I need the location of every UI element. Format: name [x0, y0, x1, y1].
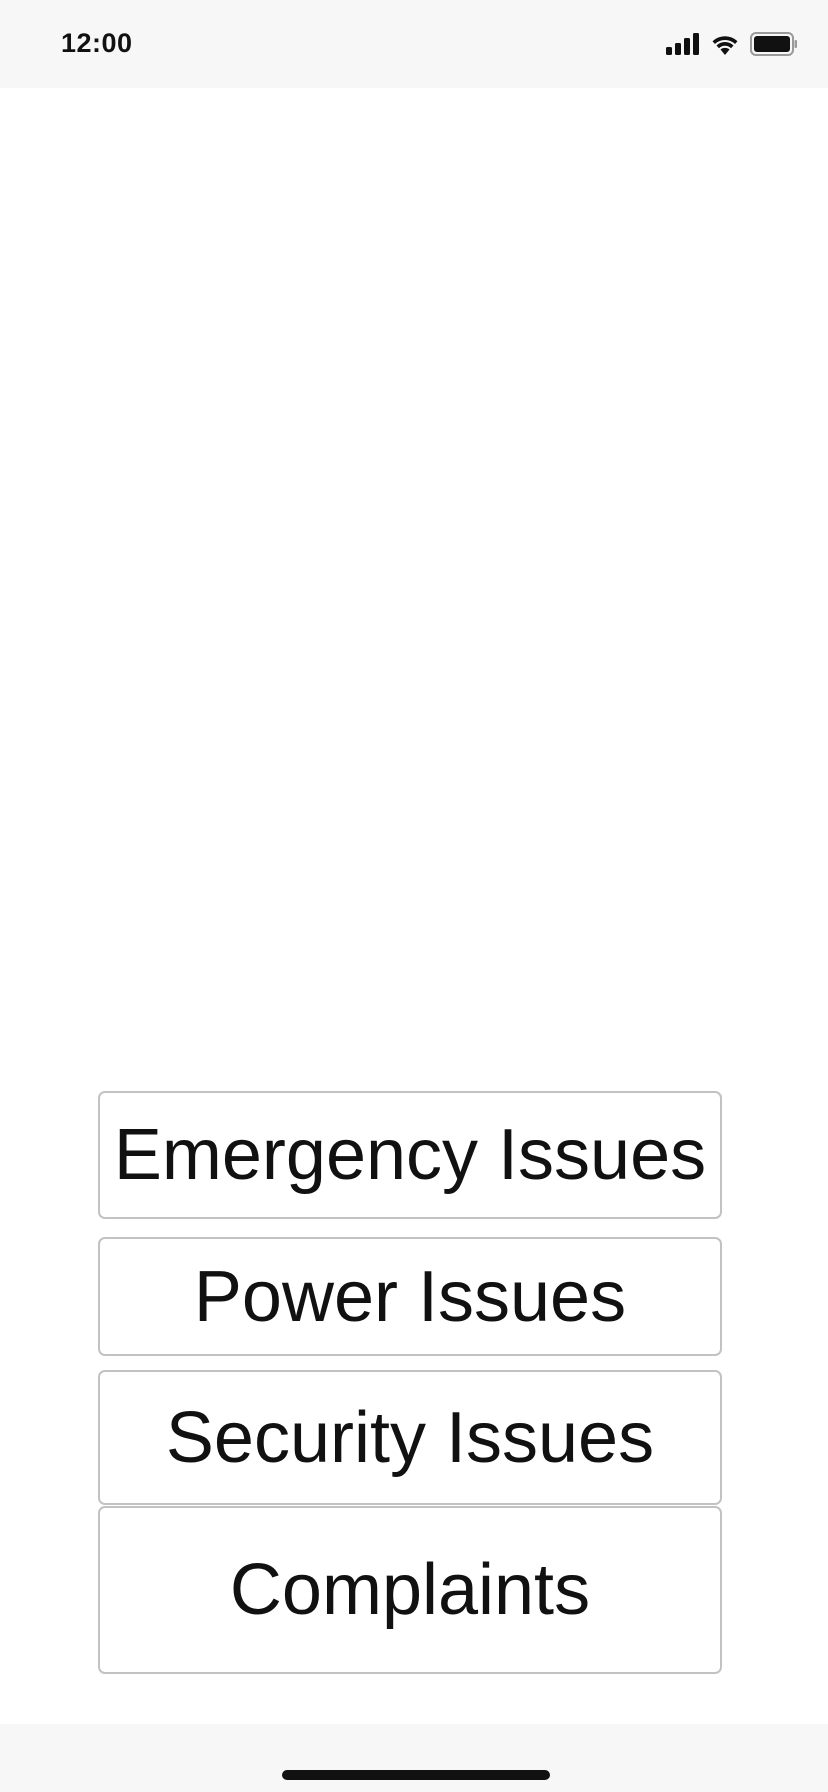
emergency-issues-button[interactable]: Emergency Issues [98, 1091, 722, 1219]
status-icons [666, 30, 798, 58]
status-bar: 12:00 [0, 0, 828, 88]
home-indicator[interactable] [282, 1770, 550, 1780]
status-time: 12:00 [61, 28, 133, 58]
complaints-button[interactable]: Complaints [98, 1506, 722, 1674]
battery-icon [750, 32, 797, 56]
power-issues-button[interactable]: Power Issues [98, 1237, 722, 1356]
signal-icon [666, 33, 699, 55]
wifi-icon [712, 36, 738, 55]
security-issues-button[interactable]: Security Issues [98, 1370, 722, 1505]
home-indicator-area [0, 1724, 828, 1792]
